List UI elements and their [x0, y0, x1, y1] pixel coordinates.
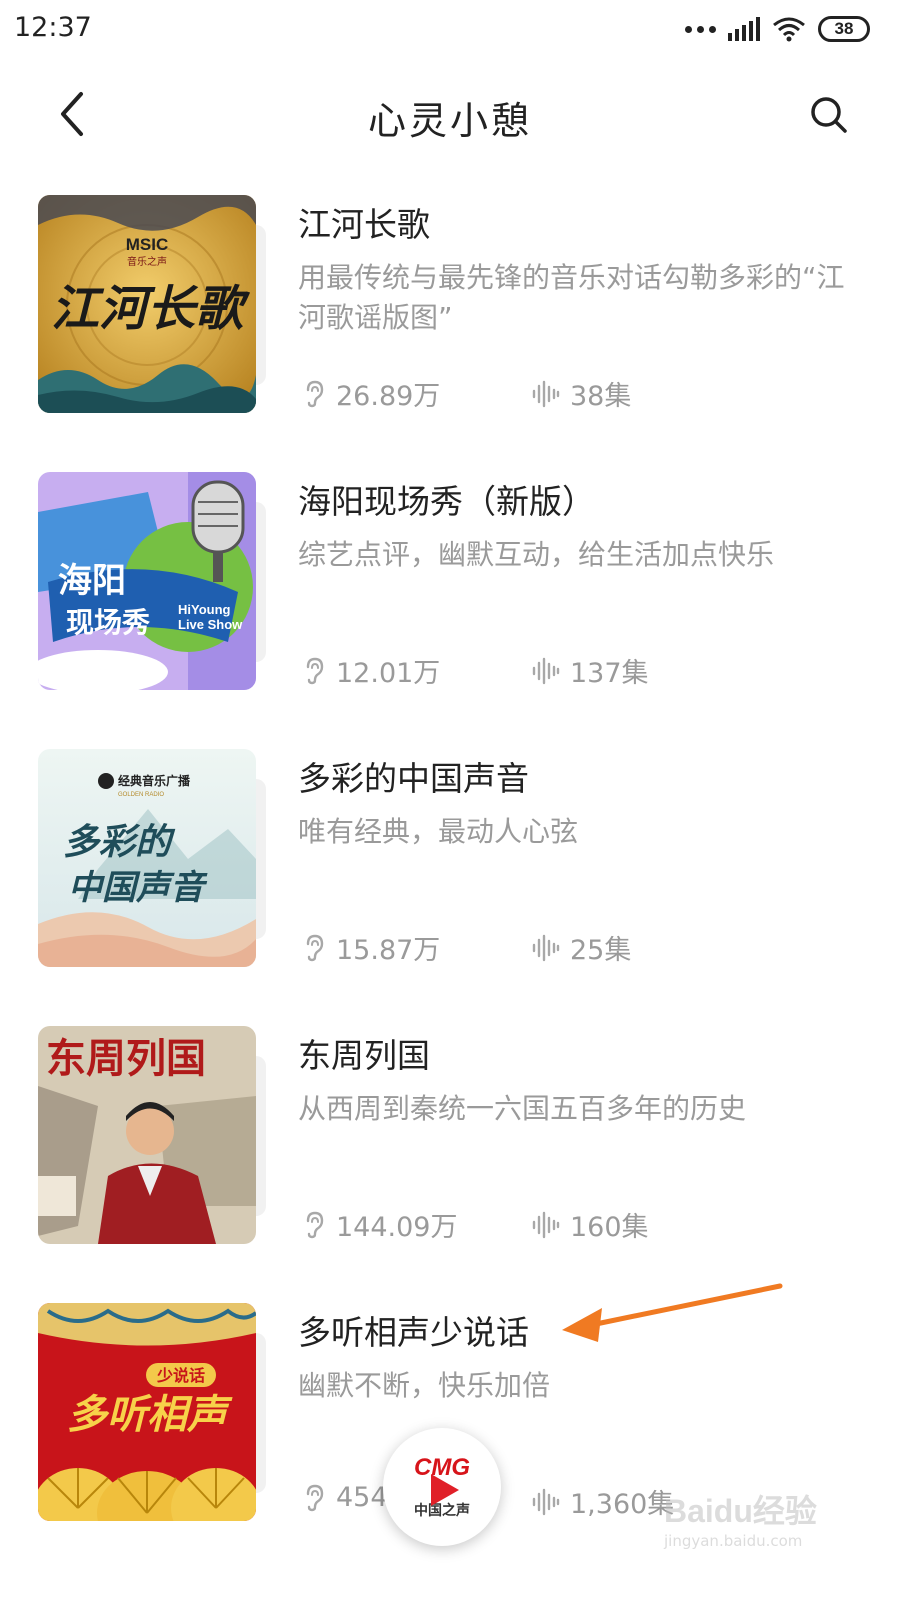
wifi-icon	[773, 17, 805, 42]
episode-count: 38集	[532, 374, 631, 413]
episode-count: 137集	[532, 651, 649, 690]
battery-indicator: 38	[818, 16, 870, 42]
soundwave-icon	[532, 657, 560, 684]
watermark-url: jingyan.baidu.com	[664, 1532, 803, 1550]
play-count: 454	[304, 1482, 388, 1513]
search-icon	[811, 97, 847, 133]
play-count: 144.09万	[304, 1205, 457, 1244]
play-count-text: 26.89万	[336, 381, 441, 412]
list-item[interactable]: 海阳 现场秀 HiYoung Live Show 海阳现场秀（新版） 综艺点评，…	[0, 469, 900, 746]
svg-text:少说话: 少说话	[156, 1366, 205, 1385]
cover-image: MSIC 音乐之声 江河长歌	[38, 195, 268, 413]
list-item[interactable]: 经典音乐广播 GOLDEN RADIO 多彩的 中国声音 多彩的中国声音 唯有经…	[0, 746, 900, 1023]
list-item[interactable]: 东周列国 东周列国 从西周到秦统一六国五百多年的历史 144.09万 160集	[0, 1023, 900, 1300]
program-list: MSIC 音乐之声 江河长歌 江河长歌 用最传统与最先锋的音乐对话勾勒多彩的“江…	[0, 192, 900, 1577]
item-description: 综艺点评，幽默互动，给生活加点快乐	[298, 538, 775, 571]
svg-text:多听相声: 多听相声	[67, 1391, 233, 1438]
svg-text:音乐之声: 音乐之声	[127, 255, 167, 268]
more-dots-icon	[685, 25, 716, 33]
svg-text:多彩的: 多彩的	[63, 821, 176, 863]
signal-icon	[728, 17, 760, 41]
watermark: Baidu经验 jingyan.baidu.com	[664, 1486, 834, 1550]
item-description: 幽默不断，快乐加倍	[298, 1369, 551, 1402]
item-title[interactable]: 多听相声少说话	[298, 1306, 529, 1354]
play-count: 12.01万	[304, 651, 440, 690]
play-count-text: 144.09万	[336, 1212, 458, 1243]
ear-icon	[306, 1211, 324, 1238]
play-count-text: 15.87万	[336, 935, 441, 966]
episode-count: 160集	[532, 1205, 649, 1244]
episode-count: 25集	[532, 928, 631, 967]
cover-image: 经典音乐广播 GOLDEN RADIO 多彩的 中国声音	[38, 749, 268, 967]
cover-image: 东周列国	[38, 1026, 268, 1244]
cover-image: 少说话 多听相声	[38, 1303, 268, 1521]
episode-count-text: 38集	[570, 381, 632, 412]
cover-image: 海阳 现场秀 HiYoung Live Show	[38, 472, 268, 690]
item-description: 用最传统与最先锋的音乐对话勾勒多彩的“江河歌谣版图”	[298, 261, 845, 334]
item-title[interactable]: 海阳现场秀（新版）	[298, 475, 595, 523]
status-bar: 12:37 38	[0, 0, 900, 62]
svg-text:MSIC: MSIC	[126, 235, 169, 254]
item-title[interactable]: 多彩的中国声音	[298, 752, 529, 800]
svg-text:现场秀: 现场秀	[66, 606, 150, 639]
ear-icon	[306, 1484, 324, 1511]
play-icon	[431, 1474, 459, 1506]
episode-count-text: 1,360集	[570, 1489, 675, 1520]
ear-icon	[306, 657, 324, 684]
svg-text:东周列国: 东周列国	[46, 1035, 206, 1082]
soundwave-icon	[532, 1211, 560, 1238]
item-title[interactable]: 江河长歌	[298, 198, 430, 246]
play-count-text: 12.01万	[336, 658, 441, 689]
item-title[interactable]: 东周列国	[298, 1029, 430, 1077]
svg-text:GOLDEN RADIO: GOLDEN RADIO	[118, 792, 164, 798]
episode-count-text: 160集	[570, 1212, 649, 1243]
svg-text:Live Show: Live Show	[178, 617, 243, 632]
soundwave-icon	[532, 934, 560, 961]
ear-icon	[306, 380, 324, 407]
play-count: 26.89万	[304, 374, 440, 413]
status-time: 12:37	[14, 12, 92, 43]
list-item[interactable]: MSIC 音乐之声 江河长歌 江河长歌 用最传统与最先锋的音乐对话勾勒多彩的“江…	[0, 192, 900, 469]
watermark-text: Baidu经验	[664, 1493, 817, 1529]
ear-icon	[306, 934, 324, 961]
svg-text:海阳: 海阳	[58, 561, 126, 601]
soundwave-icon	[532, 1488, 560, 1515]
svg-text:HiYoung: HiYoung	[178, 602, 231, 617]
svg-text:中国声音: 中国声音	[68, 868, 208, 908]
page-title: 心灵小憩	[367, 99, 532, 143]
episode-count: 1,360集	[532, 1482, 674, 1521]
search-button[interactable]	[800, 86, 858, 144]
svg-text:经典音乐广播: 经典音乐广播	[118, 773, 191, 788]
header: 心灵小憩	[0, 72, 900, 156]
item-description: 从西周到秦统一六国五百多年的历史	[298, 1092, 747, 1125]
status-icons: 38	[685, 16, 870, 42]
play-count: 15.87万	[304, 928, 440, 967]
annotation-arrow	[562, 1283, 783, 1342]
mini-player-button[interactable]: CMG 中国之声	[383, 1428, 501, 1546]
play-count-text: 454	[336, 1482, 388, 1513]
episode-count-text: 25集	[570, 935, 632, 966]
episode-count-text: 137集	[570, 658, 649, 689]
item-description: 唯有经典，最动人心弦	[298, 815, 579, 848]
svg-text:江河长歌: 江河长歌	[51, 281, 251, 337]
soundwave-icon	[532, 380, 560, 407]
